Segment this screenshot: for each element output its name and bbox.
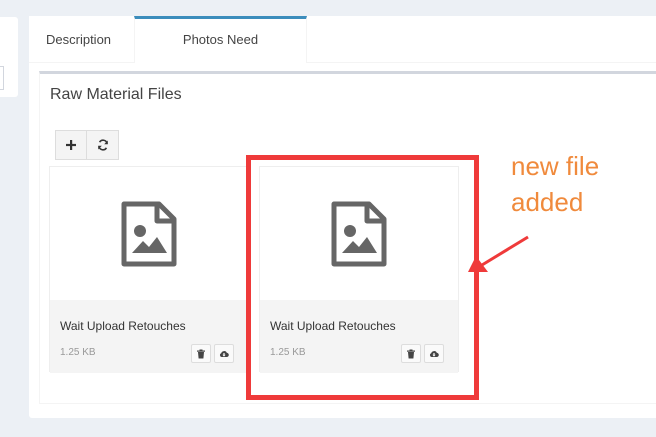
annotation-arrow (468, 235, 529, 272)
tab-description[interactable]: Description (31, 16, 126, 63)
file-size: 1.25 KB (60, 347, 96, 358)
cloud-download-icon (219, 350, 229, 357)
file-actions (191, 344, 234, 363)
image-file-icon (121, 201, 177, 266)
annotation-line-2: added (511, 187, 584, 217)
file-info: Wait Upload Retouches 1.25 KB (50, 300, 248, 373)
plus-icon (66, 140, 76, 150)
annotation-label: new file added (511, 148, 599, 220)
add-file-button[interactable] (55, 130, 87, 160)
left-panel-input[interactable] (0, 66, 4, 90)
tab-bar: Description Photos Need Retouched (29, 16, 656, 88)
file-toolbar (55, 130, 119, 160)
screen: Description Photos Need Retouched Raw Ma… (0, 0, 656, 437)
trash-icon (197, 349, 205, 358)
refresh-button[interactable] (87, 130, 119, 160)
refresh-icon (97, 139, 108, 151)
file-card[interactable]: Wait Upload Retouches 1.25 KB (49, 166, 249, 373)
delete-file-button[interactable] (191, 344, 211, 363)
annotation-line-1: new file (511, 151, 600, 181)
tab-photos-need-retouched[interactable]: Photos Need Retouched (134, 16, 307, 88)
file-thumbnail[interactable] (50, 167, 248, 300)
annotation-highlight-box (246, 155, 479, 400)
box-title: Raw Material Files (50, 86, 182, 103)
download-file-button[interactable] (214, 344, 234, 363)
file-name: Wait Upload Retouches (60, 319, 186, 333)
